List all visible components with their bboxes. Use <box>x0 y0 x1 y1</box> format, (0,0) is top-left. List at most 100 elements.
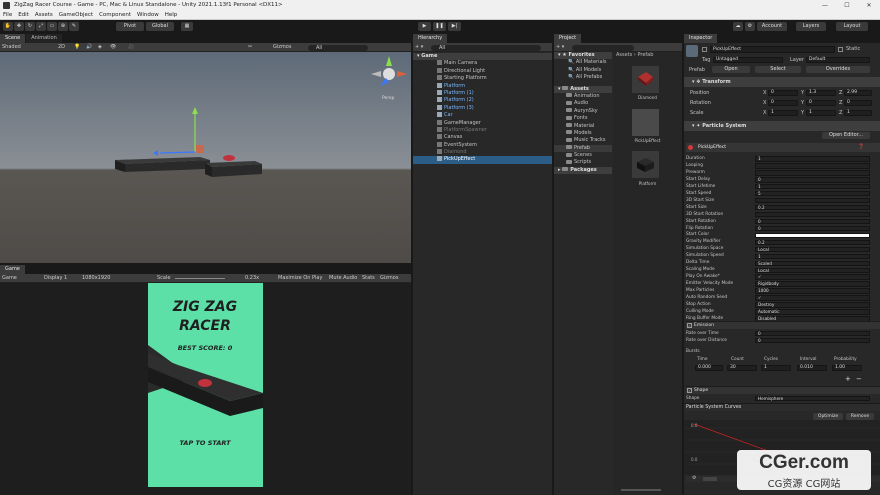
hierarchy-item[interactable]: Starting Platform <box>413 75 552 82</box>
tab-inspector[interactable]: Inspector <box>684 34 718 43</box>
asset-thumb-diamond[interactable] <box>632 66 659 93</box>
favorites-item[interactable]: 🔍 All Prefabs <box>554 74 612 81</box>
step-button[interactable]: ▶| <box>448 22 461 31</box>
rotation-y-field[interactable]: 0 <box>806 100 836 106</box>
favorites-header[interactable]: ▾ ★ Favorites <box>554 52 612 60</box>
menu-edit[interactable]: Edit <box>18 11 29 19</box>
rotate-tool-button[interactable]: ↻ <box>25 22 35 31</box>
camera-icon[interactable]: 🎥 <box>128 43 134 52</box>
hierarchy-item[interactable]: Platform <box>413 82 552 90</box>
scale-x-field[interactable]: 1 <box>768 110 798 116</box>
stats-toggle[interactable]: Stats <box>362 274 375 283</box>
particle-prop-field[interactable]: 1 <box>755 184 870 190</box>
breadcrumb-assets[interactable]: Assets <box>616 52 632 58</box>
help-icon[interactable]: ❓ <box>858 144 864 150</box>
pivot-toggle[interactable]: Pivot <box>116 22 144 31</box>
minimize-button[interactable]: — <box>814 0 836 11</box>
hierarchy-search-input[interactable]: All <box>431 44 541 51</box>
shading-mode-dropdown[interactable]: Shaded <box>2 43 21 52</box>
scale-tool-button[interactable]: ⤢ <box>36 22 46 31</box>
tools-icon[interactable]: ✂ <box>248 43 252 52</box>
account-dropdown[interactable]: Account <box>757 22 787 31</box>
rate-over-distance-field[interactable]: 0 <box>755 338 870 344</box>
resolution-dropdown[interactable]: 1080x1920 <box>82 274 110 283</box>
scale-slider[interactable] <box>175 278 225 279</box>
prefab-select-button[interactable]: Select <box>755 66 801 73</box>
shape-checkbox[interactable]: ✓ <box>687 388 692 393</box>
audio-icon[interactable]: 🔊 <box>86 43 92 52</box>
tab-scene[interactable]: Scene <box>0 34 26 43</box>
favorites-item[interactable]: 🔍 All Materials <box>554 59 612 66</box>
maximize-on-play-toggle[interactable]: Maximize On Play <box>278 274 322 283</box>
particle-prop-field[interactable]: 1 <box>755 253 870 259</box>
layout-dropdown[interactable]: Layout <box>836 22 868 31</box>
tab-hierarchy[interactable]: Hierarchy <box>413 34 448 43</box>
packages-header[interactable]: ▸ Packages <box>554 166 612 175</box>
position-y-field[interactable]: 1.3 <box>806 90 836 96</box>
emission-module-header[interactable] <box>686 321 880 329</box>
lighting-icon[interactable]: 💡 <box>74 43 80 52</box>
hierarchy-item[interactable]: Platform (1) <box>413 89 552 97</box>
optimize-button[interactable]: Optimize <box>813 413 843 420</box>
particle-prop-field[interactable]: Destroy <box>755 302 870 308</box>
burst-cycles-field[interactable]: 1 <box>761 365 791 371</box>
object-name-field[interactable]: PickUpEffect <box>710 46 835 53</box>
remove-button[interactable]: Remove <box>846 413 874 420</box>
prefab-open-button[interactable]: Open <box>712 66 750 73</box>
folder-item[interactable]: Scenes <box>554 152 612 159</box>
display-dropdown[interactable]: Display 1 <box>44 274 67 283</box>
menu-gameobject[interactable]: GameObject <box>59 11 93 19</box>
particle-prop-field[interactable]: 0 <box>755 177 870 183</box>
menu-file[interactable]: File <box>3 11 12 19</box>
folder-item-selected[interactable]: Prefab <box>554 144 612 153</box>
tab-project[interactable]: Project <box>554 34 582 43</box>
particle-prop-field[interactable] <box>755 163 870 169</box>
rect-tool-button[interactable]: ▭ <box>47 22 57 31</box>
play-button[interactable]: ▶ <box>418 22 431 31</box>
particle-system-header[interactable]: ▾ ✦ Particle System <box>684 121 880 131</box>
folder-item[interactable]: Scripts <box>554 159 612 166</box>
hierarchy-item[interactable]: Car <box>413 112 552 119</box>
rate-over-time-field[interactable]: 0 <box>755 331 870 337</box>
particle-prop-field[interactable] <box>755 211 870 218</box>
particle-prop-field[interactable]: 0.2 <box>755 239 870 246</box>
particle-prop-field[interactable]: 1 <box>755 156 870 162</box>
folder-item[interactable]: AurynSky <box>554 108 612 115</box>
move-tool-button[interactable]: ✥ <box>14 22 24 31</box>
burst-time-field[interactable]: 0.000 <box>695 365 723 371</box>
folder-item[interactable]: Audio <box>554 100 612 107</box>
menu-window[interactable]: Window <box>137 11 159 19</box>
burst-interval-field[interactable]: 0.010 <box>797 365 827 371</box>
tag-dropdown[interactable]: Untagged <box>713 57 783 63</box>
thumbnail-size-slider[interactable] <box>621 489 661 491</box>
hierarchy-item[interactable]: Diamond <box>413 149 552 156</box>
scene-search-input[interactable]: All <box>308 44 368 51</box>
folder-item[interactable]: Fonts <box>554 115 612 122</box>
hierarchy-item[interactable]: EventSystem <box>413 141 552 149</box>
scale-z-field[interactable]: 1 <box>844 110 872 116</box>
settings-icon[interactable]: ⚙ <box>692 475 696 481</box>
hierarchy-item[interactable]: Directional Light <box>413 67 552 75</box>
menu-help[interactable]: Help <box>165 11 178 19</box>
particle-prop-field[interactable] <box>755 198 870 204</box>
rotation-z-field[interactable]: 0 <box>844 100 872 106</box>
asset-thumb-pickupeffect[interactable] <box>632 109 659 136</box>
shape-dropdown[interactable]: Hemisphere <box>755 396 870 402</box>
hierarchy-item[interactable]: PlatformSpawner <box>413 126 552 134</box>
tab-game[interactable]: Game <box>0 265 25 274</box>
curve-preset[interactable] <box>703 477 717 481</box>
menu-component[interactable]: Component <box>99 11 131 19</box>
folder-item[interactable]: Music Tracks <box>554 137 612 144</box>
position-x-field[interactable]: 0 <box>768 90 798 96</box>
folder-item[interactable]: Models <box>554 130 612 137</box>
particle-prop-field[interactable] <box>755 232 870 239</box>
shape-module-header[interactable] <box>686 386 880 394</box>
particle-prop-field[interactable]: Rigidbody <box>755 281 870 287</box>
folder-item[interactable]: Material <box>554 123 612 130</box>
particle-prop-field[interactable]: Local <box>755 246 870 253</box>
project-create-button[interactable]: + ▾ <box>556 43 564 52</box>
particle-prop-field[interactable]: Scaled <box>755 260 870 266</box>
particle-prop-field[interactable]: 0 <box>755 218 870 225</box>
global-toggle[interactable]: Global <box>146 22 174 31</box>
hierarchy-scene-game[interactable]: ▾ Game <box>413 53 552 61</box>
